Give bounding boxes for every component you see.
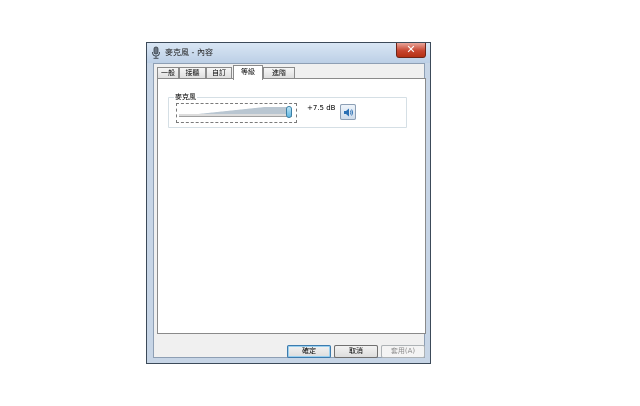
group-label: 麥克風 xyxy=(174,92,197,102)
mute-button[interactable] xyxy=(340,104,356,120)
tab-levels[interactable]: 等級 xyxy=(233,65,263,80)
title-bar[interactable]: 麥克風 - 內容 ✕ xyxy=(147,43,430,63)
window-title: 麥克風 - 內容 xyxy=(165,48,213,57)
cancel-button[interactable]: 取消 xyxy=(334,345,378,358)
close-icon: ✕ xyxy=(406,43,416,56)
level-value: +7.5 dB xyxy=(307,104,336,112)
close-button[interactable]: ✕ xyxy=(396,43,426,58)
apply-button[interactable]: 套用(A) xyxy=(381,345,425,358)
microphone-icon xyxy=(152,46,160,59)
properties-window: 麥克風 - 內容 ✕ 一般 接聽 自訂 等級 進階 麥克風 +7.5 dB 確定… xyxy=(146,42,431,364)
dialog-body: 一般 接聽 自訂 等級 進階 麥克風 +7.5 dB 確定 取消 套用(A) xyxy=(153,63,426,358)
levels-panel: 麥克風 +7.5 dB xyxy=(157,78,426,334)
ok-button[interactable]: 確定 xyxy=(287,345,331,358)
microphone-level-group: 麥克風 +7.5 dB xyxy=(168,92,407,128)
speaker-icon xyxy=(344,108,353,117)
level-slider[interactable] xyxy=(176,103,297,123)
slider-rail xyxy=(179,114,292,117)
slider-thumb[interactable] xyxy=(286,106,292,118)
